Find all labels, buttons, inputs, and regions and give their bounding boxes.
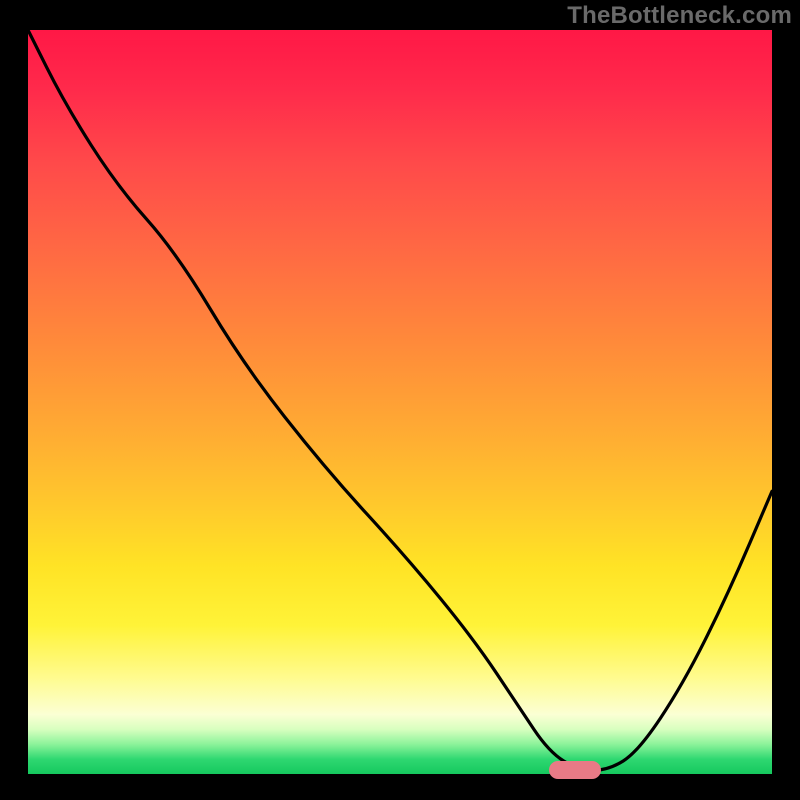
watermark-text: TheBottleneck.com: [567, 2, 792, 30]
chart-frame: TheBottleneck.com: [0, 0, 800, 800]
plot-area: [28, 30, 772, 774]
bottleneck-curve: [28, 30, 772, 770]
trough-marker: [549, 761, 601, 779]
curve-svg: [28, 30, 772, 774]
